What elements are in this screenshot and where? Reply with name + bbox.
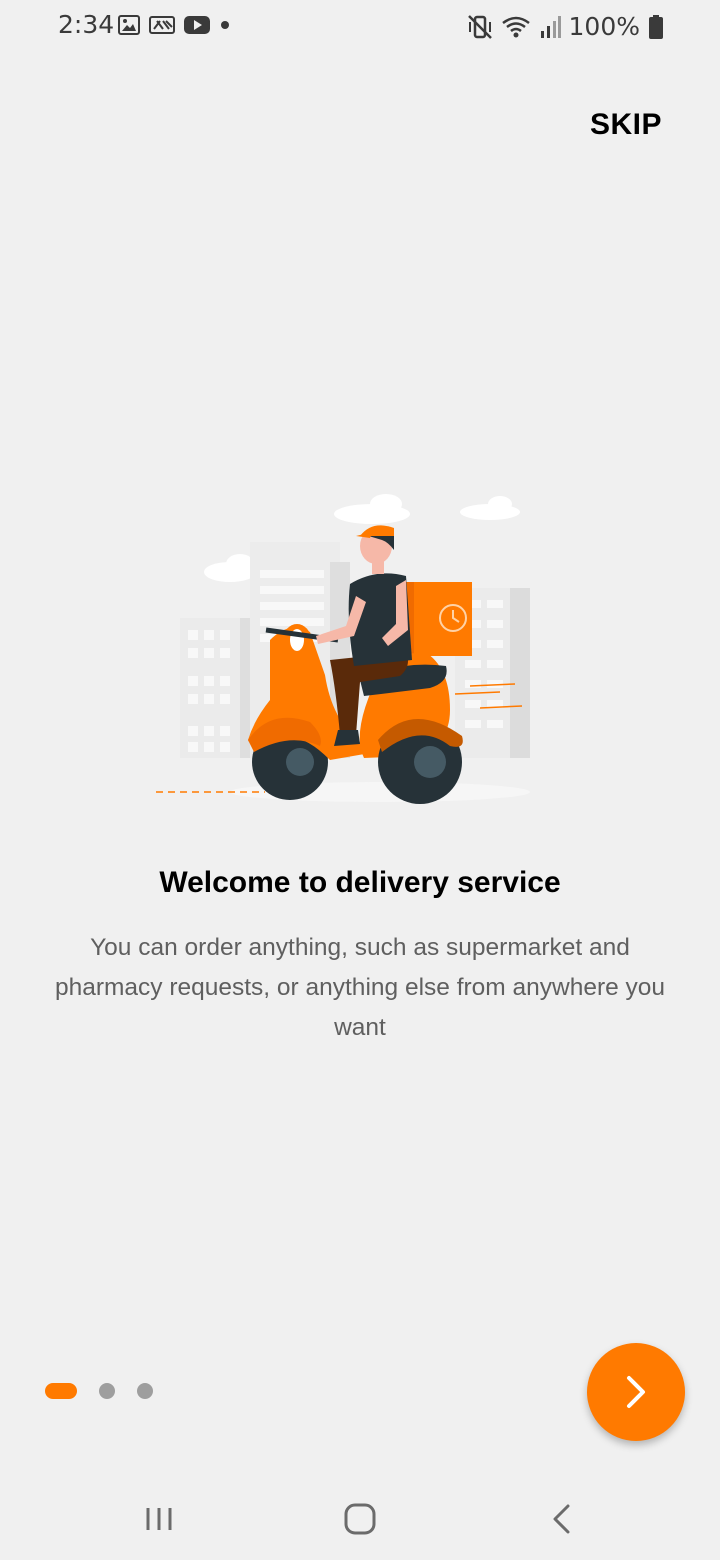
status-left-icons bbox=[118, 15, 231, 35]
back-icon[interactable] bbox=[548, 1500, 574, 1538]
cast-icon bbox=[149, 16, 175, 34]
skip-button[interactable]: SKIP bbox=[590, 108, 662, 142]
page-dot bbox=[99, 1383, 115, 1399]
mute-vibrate-icon bbox=[467, 14, 492, 39]
dot-icon bbox=[221, 21, 229, 29]
page-dot-active bbox=[45, 1383, 77, 1399]
battery-percentage: 100% bbox=[568, 12, 640, 41]
chevron-right-icon bbox=[627, 1376, 645, 1408]
home-icon[interactable] bbox=[341, 1500, 379, 1538]
recents-icon[interactable] bbox=[144, 1500, 174, 1538]
youtube-icon bbox=[184, 16, 210, 34]
onboarding-title: Welcome to delivery service bbox=[159, 866, 561, 899]
battery-icon bbox=[649, 14, 663, 39]
image-icon bbox=[118, 15, 140, 35]
next-button[interactable] bbox=[587, 1343, 685, 1441]
status-time: 2:34 bbox=[58, 10, 115, 39]
page-indicator bbox=[45, 1383, 153, 1399]
status-right-icons: 100% bbox=[467, 12, 664, 41]
delivery-scooter-illustration bbox=[150, 490, 540, 810]
page-dot bbox=[137, 1383, 153, 1399]
wifi-icon bbox=[501, 16, 530, 37]
status-bar: 2:34 100% bbox=[0, 0, 720, 56]
system-nav-bar bbox=[0, 1480, 720, 1560]
onboarding-description: You can order anything, such as supermar… bbox=[54, 934, 666, 1041]
signal-icon bbox=[540, 15, 561, 38]
